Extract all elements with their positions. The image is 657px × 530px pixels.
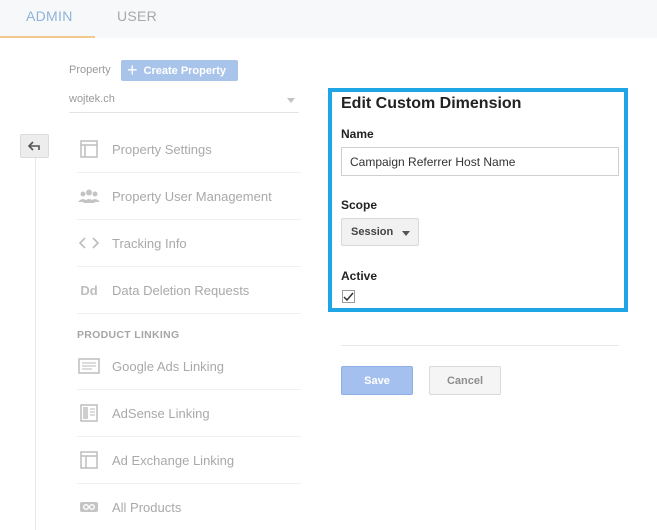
property-select-value: wojtek.ch: [69, 93, 115, 105]
save-button[interactable]: Save: [341, 366, 413, 395]
chevron-down-icon: [287, 98, 295, 103]
top-tab-bar: [0, 0, 657, 38]
name-label: Name: [341, 127, 374, 141]
property-label: Property: [69, 64, 111, 76]
adexchange-icon: [77, 449, 101, 471]
section-title-product-linking: PRODUCT LINKING: [77, 329, 180, 341]
nav-item-label: Tracking Info: [112, 235, 187, 251]
nav-item-label: Property Settings: [112, 141, 212, 157]
panel-title: Edit Custom Dimension: [341, 95, 522, 112]
nav-ad-exchange-linking[interactable]: Ad Exchange Linking: [77, 437, 301, 484]
nav-item-label: Property User Management: [112, 188, 272, 204]
create-property-button[interactable]: + Create Property: [121, 60, 238, 81]
active-label: Active: [341, 269, 378, 283]
adsense-icon: [77, 402, 101, 424]
dd-icon: Dd: [80, 282, 98, 298]
chevron-down-icon: [402, 231, 410, 236]
cancel-button[interactable]: Cancel: [429, 366, 501, 395]
scope-label: Scope: [341, 198, 378, 212]
back-button[interactable]: [20, 134, 49, 158]
nav-item-label: All Products: [112, 499, 182, 515]
users-icon: [77, 185, 101, 207]
tab-admin[interactable]: ADMIN: [26, 8, 73, 24]
property-select[interactable]: wojtek.ch: [69, 90, 299, 113]
code-icon: [77, 232, 101, 254]
active-checkbox[interactable]: [342, 290, 355, 303]
nav-all-products[interactable]: All Products: [77, 484, 301, 530]
nav-item-label: Ad Exchange Linking: [112, 452, 235, 468]
link-icon: [77, 496, 101, 518]
plus-icon: +: [127, 60, 138, 80]
nav-item-label: Data Deletion Requests: [112, 282, 250, 298]
nav-tracking-info[interactable]: Tracking Info: [77, 220, 301, 267]
nav-adsense-linking[interactable]: AdSense Linking: [77, 390, 301, 437]
nav-rail: [35, 158, 36, 530]
form-divider: [341, 345, 619, 346]
nav-item-label: AdSense Linking: [112, 405, 210, 421]
nav-item-label: Google Ads Linking: [112, 358, 225, 374]
scope-select[interactable]: Session: [341, 218, 419, 246]
window-icon: [77, 138, 101, 160]
nav-data-deletion-requests[interactable]: Dd Data Deletion Requests: [77, 267, 301, 314]
tab-user[interactable]: USER: [117, 8, 157, 24]
ads-icon: [77, 355, 101, 377]
create-property-label: Create Property: [143, 64, 227, 77]
nav-property-user-management[interactable]: Property User Management: [77, 173, 301, 220]
active-tab-indicator: [0, 36, 95, 38]
back-arrow-icon: [27, 141, 40, 151]
nav-property-settings[interactable]: Property Settings: [77, 126, 301, 173]
scope-select-value: Session: [351, 226, 394, 238]
name-input[interactable]: [341, 147, 619, 176]
checkmark-icon: [343, 292, 354, 301]
nav-google-ads-linking[interactable]: Google Ads Linking: [77, 343, 301, 390]
